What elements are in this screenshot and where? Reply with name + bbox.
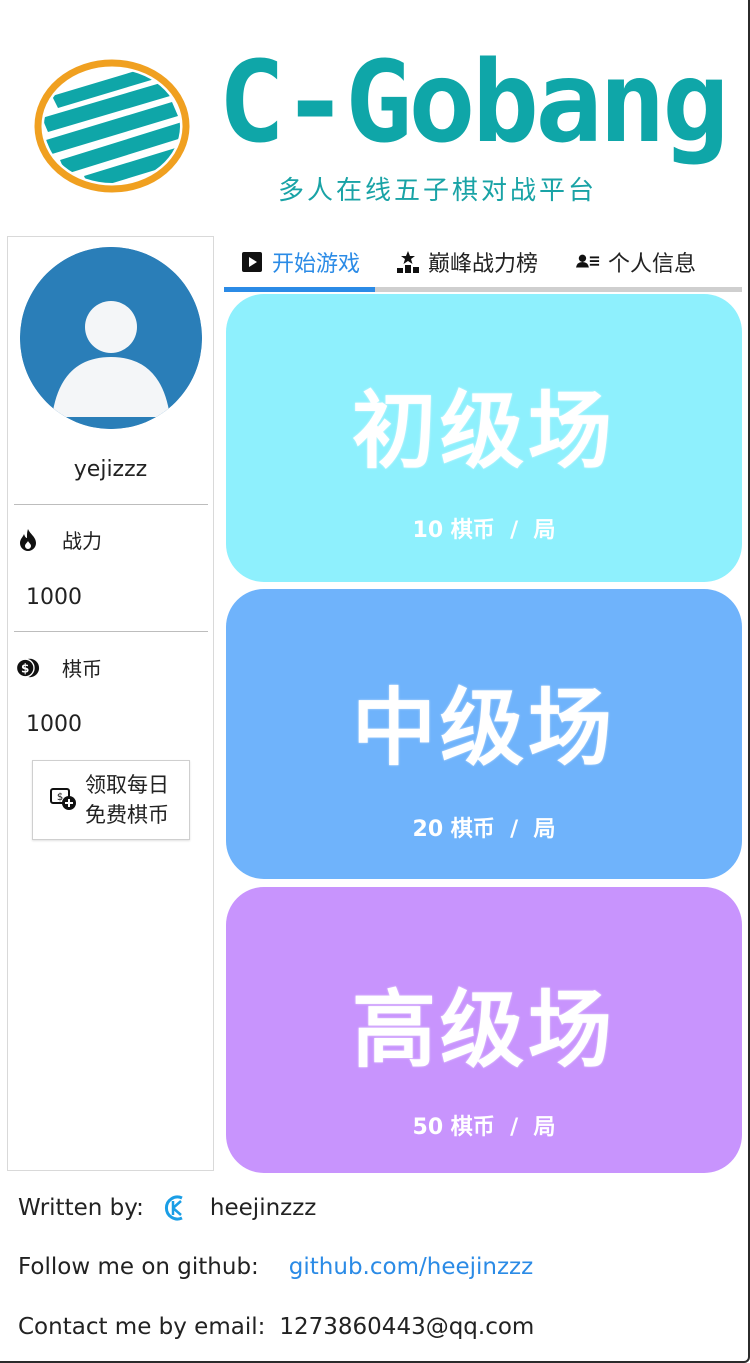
- logo-subtitle: 多人在线五子棋对战平台: [278, 176, 598, 206]
- tab-label: 开始游戏: [272, 252, 361, 277]
- written-by-label: Written by:: [18, 1195, 144, 1221]
- power-value: 1000: [26, 585, 82, 610]
- email-address: 1273860443@qq.com: [279, 1314, 535, 1340]
- room-title: 初级场: [351, 382, 616, 480]
- profile-sidebar: yejizzz 战力 1000 $ 棋币 1000 $ 领取每日免费棋币: [7, 236, 214, 1171]
- power-label: 战力: [62, 529, 102, 553]
- tab-personal-info[interactable]: 个人信息: [576, 236, 696, 288]
- github-label: Follow me on github:: [18, 1254, 259, 1280]
- coins-icon: $: [16, 656, 40, 680]
- username: yejizzz: [73, 457, 148, 482]
- user-card-icon: [576, 250, 600, 274]
- claim-label: 领取每日免费棋币: [85, 773, 169, 827]
- main-tabs: 开始游戏 巅峰战力榜 个人信息: [224, 236, 742, 292]
- room-title: 中级场: [351, 679, 616, 777]
- avatar[interactable]: [20, 247, 202, 429]
- play-icon: [240, 250, 264, 274]
- room-price: 50 棋币 / 局: [412, 1115, 556, 1140]
- footer-email: Contact me by email: 1273860443@qq.com: [18, 1314, 534, 1340]
- room-card-intermediate[interactable]: 中级场 20 棋币 / 局: [226, 589, 742, 879]
- room-title: 高级场: [351, 981, 616, 1079]
- tab-active-indicator: [224, 287, 375, 292]
- logo-icon: [32, 56, 194, 196]
- author-name: heejinzzz: [209, 1195, 317, 1221]
- divider: [14, 504, 208, 505]
- github-link[interactable]: github.com/heejinzzz: [289, 1254, 533, 1280]
- tab-ranking[interactable]: 巅峰战力榜: [396, 236, 538, 288]
- room-price: 20 棋币 / 局: [412, 817, 556, 842]
- coins-value: 1000: [26, 712, 82, 737]
- room-price: 10 棋币 / 局: [412, 518, 556, 543]
- add-money-icon: $: [49, 785, 77, 815]
- divider: [14, 631, 208, 632]
- tab-label: 个人信息: [608, 252, 697, 277]
- claim-daily-coins-button[interactable]: $ 领取每日免费棋币: [32, 760, 190, 840]
- email-label: Contact me by email:: [18, 1314, 266, 1340]
- room-card-advanced[interactable]: 高级场 50 棋币 / 局: [226, 887, 742, 1173]
- svg-text:$: $: [21, 661, 29, 675]
- footer-github: Follow me on github: github.com/heejinzz…: [18, 1254, 533, 1280]
- author-logo-icon: [162, 1194, 190, 1222]
- tab-start-game[interactable]: 开始游戏: [240, 236, 360, 288]
- footer-author: Written by: heejinzzz: [18, 1194, 316, 1222]
- coins-label: 棋币: [62, 657, 102, 681]
- power-row: 战力: [16, 525, 102, 554]
- room-card-beginner[interactable]: 初级场 10 棋币 / 局: [226, 294, 742, 582]
- ranking-icon: [396, 250, 420, 274]
- fire-icon: [16, 528, 40, 552]
- coins-row: $ 棋币: [16, 653, 102, 682]
- tab-label: 巅峰战力榜: [428, 252, 539, 277]
- logo-title: C-Gobang: [218, 38, 729, 168]
